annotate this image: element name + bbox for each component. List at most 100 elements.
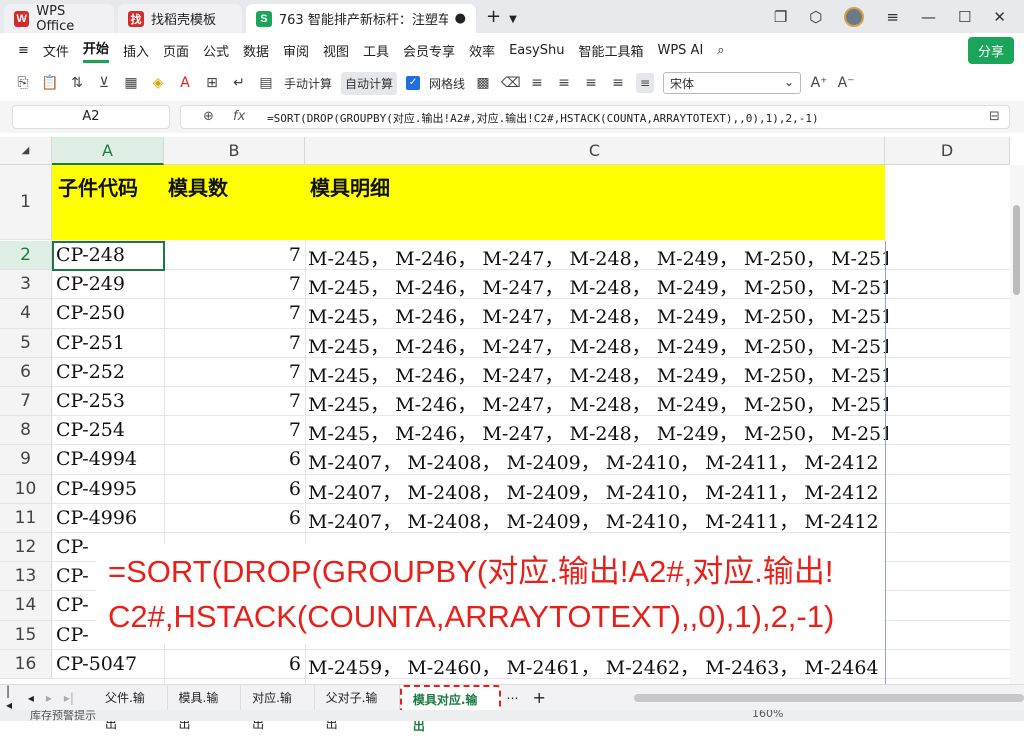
cell-a7[interactable]: CP-253	[56, 390, 160, 412]
name-box[interactable]: A2	[12, 105, 170, 129]
row-header-4[interactable]: 4	[0, 299, 52, 329]
cell-a3[interactable]: CP-249	[56, 273, 160, 295]
increase-font-icon[interactable]: A⁺	[810, 75, 828, 91]
cell-c7[interactable]: M-245， M-246， M-247， M-248， M-249， M-250…	[308, 390, 888, 417]
menu-tools[interactable]: 工具	[363, 41, 389, 60]
spreadsheet-grid[interactable]: ◢ A B C D 1 子件代码 模具数 模具明细 2 CP-248 7 M-245，…	[0, 137, 1024, 684]
row-header-11[interactable]: 11	[0, 503, 52, 533]
tab-template[interactable]: 找 找稻壳模板	[118, 4, 242, 33]
align-right-icon[interactable]: ≡	[609, 75, 627, 91]
cell-b4[interactable]: 7	[164, 302, 301, 324]
cell-c11[interactable]: M-2407， M-2408， M-2409， M-2410， M-2411， …	[308, 507, 888, 534]
cell-c2[interactable]: M-245， M-246， M-247， M-248， M-249， M-250…	[308, 244, 888, 271]
menu-wps-ai[interactable]: WPS AI	[657, 43, 703, 58]
cell-a8[interactable]: CP-254	[56, 419, 160, 441]
add-sheet-icon[interactable]: +	[525, 688, 554, 707]
menu-data[interactable]: 数据	[243, 41, 269, 60]
search-icon[interactable]: ⌕	[717, 43, 724, 58]
manual-calc-button[interactable]: 手动计算	[284, 75, 332, 92]
menu-insert[interactable]: 插入	[123, 41, 149, 60]
header-cell-b[interactable]: 模具数	[168, 172, 228, 201]
align-left-icon[interactable]: ≡	[555, 75, 573, 91]
cell-c4[interactable]: M-245， M-246， M-247， M-248， M-249， M-250…	[308, 302, 888, 329]
share-button[interactable]: 分享	[967, 36, 1014, 64]
restore-tabs-icon[interactable]: ❐	[774, 8, 787, 26]
minimize-icon[interactable]: —	[921, 8, 936, 26]
cell-b16[interactable]: 6	[164, 653, 301, 675]
sheet-tab-mold[interactable]: 模具.输出	[168, 684, 242, 731]
row-header-15[interactable]: 15	[0, 620, 52, 650]
menu-easyshu[interactable]: EasyShu	[509, 43, 564, 58]
align-top-icon[interactable]: ≡	[528, 75, 546, 91]
active-cell-a2[interactable]	[52, 241, 165, 271]
tab-wps-office[interactable]: W WPS Office	[4, 4, 114, 34]
row-header-6[interactable]: 6	[0, 357, 52, 387]
row-header-7[interactable]: 7	[0, 387, 52, 417]
row-header-13[interactable]: 13	[0, 562, 52, 592]
zoom-formula-icon[interactable]: ⊕	[203, 109, 214, 124]
fill-color-icon[interactable]: ◈	[149, 75, 167, 91]
row-header-10[interactable]: 10	[0, 474, 52, 504]
formula-input[interactable]: ⊕ fx =SORT(DROP(GROUPBY(对应.输出!A2#,对应.输出!…	[180, 105, 1010, 129]
cell-c8[interactable]: M-245， M-246， M-247， M-248， M-249， M-250…	[308, 419, 888, 446]
close-icon[interactable]: ✕	[993, 8, 1006, 26]
zoom-level[interactable]: 160%	[752, 710, 783, 720]
cell-c9[interactable]: M-2407， M-2408， M-2409， M-2410， M-2411， …	[308, 448, 888, 475]
select-all-corner[interactable]: ◢	[0, 137, 52, 165]
first-sheet-icon[interactable]: |◂	[0, 684, 22, 712]
next-sheet-icon[interactable]: ▸	[40, 691, 58, 705]
cell-a16[interactable]: CP-5047	[56, 653, 160, 675]
paste-icon[interactable]: 📋	[41, 75, 59, 91]
menu-home[interactable]: 开始	[82, 38, 109, 63]
wrap-icon[interactable]: ↵	[230, 75, 248, 91]
cell-b2[interactable]: 7	[164, 244, 301, 266]
cell-c6[interactable]: M-245， M-246， M-247， M-248， M-249， M-250…	[308, 361, 888, 388]
row-header-5[interactable]: 5	[0, 328, 52, 358]
cell-c5[interactable]: M-245， M-246， M-247， M-248， M-249， M-250…	[308, 332, 888, 359]
cell-c16[interactable]: M-2459， M-2460， M-2461， M-2462， M-2463， …	[308, 653, 888, 680]
vertical-scrollbar[interactable]	[1010, 165, 1024, 684]
font-family-select[interactable]: 宋体 ⌄	[663, 72, 802, 94]
expand-formula-icon[interactable]: ⊟	[989, 109, 1000, 124]
last-sheet-icon[interactable]: ▸|	[58, 691, 80, 705]
menu-file[interactable]: 文件	[43, 41, 69, 60]
align-center-icon[interactable]: ≡	[582, 75, 600, 91]
tab-modified-dot-icon[interactable]: ●	[455, 11, 466, 26]
sheet-tab-parent[interactable]: 父件.输出	[94, 684, 168, 731]
fx-icon[interactable]: fx	[233, 109, 245, 124]
cell-b10[interactable]: 6	[164, 478, 301, 500]
row-header-12[interactable]: 12	[0, 533, 52, 563]
column-header-a[interactable]: A	[52, 137, 164, 165]
align-justify-icon[interactable]: ≡	[636, 73, 655, 93]
cell-a11[interactable]: CP-4996	[56, 507, 160, 529]
cell-b11[interactable]: 6	[164, 507, 301, 529]
menu-view[interactable]: 视图	[323, 41, 349, 60]
gridlines-checkbox[interactable]: ✓	[406, 76, 421, 90]
sheet-tab-map[interactable]: 对应.输出	[241, 684, 315, 731]
menu-icon[interactable]: ≡	[886, 8, 899, 26]
cell-b3[interactable]: 7	[164, 273, 301, 295]
calc-icon[interactable]: ▤	[257, 75, 275, 91]
auto-calc-button[interactable]: 自动计算	[341, 71, 398, 95]
row-header-3[interactable]: 3	[0, 270, 52, 300]
cell-a10[interactable]: CP-4995	[56, 478, 160, 500]
row-header-9[interactable]: 9	[0, 445, 52, 475]
menu-smart-toolbox[interactable]: 智能工具箱	[578, 41, 643, 60]
clear-icon[interactable]: ⌫	[501, 75, 521, 91]
tab-document[interactable]: S 763 智能排产新标杆：注塑车间全 ●	[246, 4, 476, 33]
decrease-font-icon[interactable]: A⁻	[837, 75, 855, 91]
cell-a9[interactable]: CP-4994	[56, 448, 160, 470]
avatar[interactable]	[844, 6, 865, 27]
menu-efficiency[interactable]: 效率	[469, 41, 495, 60]
cell-a5[interactable]: CP-251	[56, 332, 160, 354]
prev-sheet-icon[interactable]: ◂	[22, 691, 40, 705]
menu-page[interactable]: 页面	[163, 41, 189, 60]
menu-formula[interactable]: 公式	[203, 41, 229, 60]
row-header-1[interactable]: 1	[0, 165, 52, 240]
header-cell-a[interactable]: 子件代码	[58, 172, 138, 201]
column-header-d[interactable]: D	[885, 137, 1010, 165]
cell-a6[interactable]: CP-252	[56, 361, 160, 383]
conditional-format-icon[interactable]: ▩	[474, 75, 492, 91]
row-header-14[interactable]: 14	[0, 591, 52, 621]
sort-icon[interactable]: ⇅	[68, 75, 86, 91]
